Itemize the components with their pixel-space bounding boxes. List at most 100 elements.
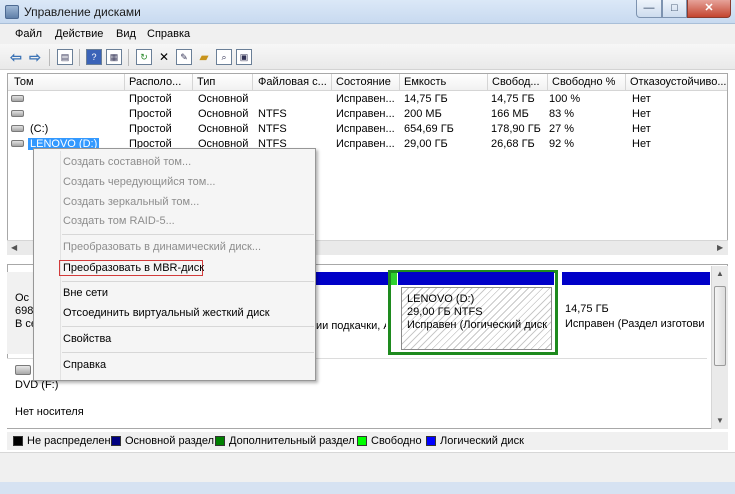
cell-free: 14,75 ГБ xyxy=(491,93,535,105)
cell-fault: Нет xyxy=(632,108,651,120)
partition-size: 29,00 ГБ NTFS xyxy=(407,306,483,318)
context-menu: Создать составной том... Создать чередую… xyxy=(33,148,316,381)
cell-capacity: 200 МБ xyxy=(404,108,442,120)
col-status[interactable]: Состояние xyxy=(333,76,397,89)
col-divider[interactable] xyxy=(487,74,488,91)
menu-item-help[interactable]: Справка xyxy=(63,359,106,371)
menu-separator xyxy=(62,326,314,327)
partition-stripe xyxy=(316,272,388,285)
menu-separator xyxy=(62,234,314,235)
dvd-status: Нет носителя xyxy=(15,406,84,418)
menu-help[interactable]: Справка xyxy=(147,28,190,40)
search-icon[interactable]: ⌕ xyxy=(216,49,232,65)
menu-item-properties[interactable]: Свойства xyxy=(63,333,111,345)
toolbar: ⇦ ⇨ ▤ ? ▦ ↻ ✕ ✎ ▰ ⌕ ▣ xyxy=(0,44,735,70)
window-title: Управление дисками xyxy=(24,5,141,19)
help-icon[interactable]: ? xyxy=(86,49,102,65)
scroll-up-icon[interactable]: ▲ xyxy=(716,269,724,278)
settings-icon[interactable]: ✎ xyxy=(176,49,192,65)
refresh-icon[interactable]: ↻ xyxy=(136,49,152,65)
close-button[interactable]: ✕ xyxy=(687,0,731,18)
cell-free-pct: 100 % xyxy=(549,93,581,105)
open-folder-icon[interactable]: ▰ xyxy=(196,49,212,65)
col-divider[interactable] xyxy=(331,74,332,91)
table-row[interactable]: (C:) Простой Основной NTFS Исправен... 6… xyxy=(8,122,727,137)
col-capacity[interactable]: Емкость xyxy=(401,76,485,89)
minimize-button[interactable]: — xyxy=(636,0,662,18)
partition-size: 14,75 ГБ xyxy=(565,303,609,315)
menu-view[interactable]: Вид xyxy=(116,28,136,40)
cell-free: 166 МБ xyxy=(491,108,529,120)
col-divider[interactable] xyxy=(399,74,400,91)
partition-name: LENOVO (D:) xyxy=(407,293,475,305)
col-divider[interactable] xyxy=(547,74,548,91)
legend-label: Не распределен xyxy=(27,435,111,447)
volume-icon xyxy=(11,125,24,132)
partition-stripe xyxy=(398,272,554,285)
maximize-button[interactable]: □ xyxy=(662,0,687,18)
menu-item-offline[interactable]: Вне сети xyxy=(63,287,108,299)
cell-fault: Нет xyxy=(632,123,651,135)
col-divider[interactable] xyxy=(124,74,125,91)
menu-file[interactable]: Файл xyxy=(15,28,42,40)
partition-recovery[interactable]: 14,75 ГБ Исправен (Раздел изготови xyxy=(562,285,710,352)
col-free-pct[interactable]: Свободно % xyxy=(549,76,623,89)
volume-icon xyxy=(11,95,24,102)
cell-fs: NTFS xyxy=(258,123,287,135)
cell-free: 26,68 ГБ xyxy=(491,138,535,150)
cell-type: Основной xyxy=(198,123,249,135)
cell-type: Основной xyxy=(198,108,249,120)
menu-item-convert-mbr[interactable]: Преобразовать в MBR-диск xyxy=(63,262,204,274)
forward-arrow-icon[interactable]: ⇨ xyxy=(27,49,43,65)
partition-status: Исправен (Логический диск xyxy=(407,319,548,331)
rescan-icon[interactable]: ▣ xyxy=(236,49,252,65)
scroll-right-icon[interactable]: ▶ xyxy=(717,243,723,252)
disk-name: Ос xyxy=(15,292,30,304)
table-row[interactable]: Простой Основной Исправен... 14,75 ГБ 14… xyxy=(8,92,727,107)
col-filesystem[interactable]: Файловая с... xyxy=(255,76,329,89)
cell-free-pct: 27 % xyxy=(549,123,575,135)
menu-item-create-raid5: Создать том RAID-5... xyxy=(63,215,175,227)
col-volume[interactable]: Том xyxy=(11,76,123,89)
cell-status: Исправен... xyxy=(336,138,395,150)
scroll-left-icon[interactable]: ◀ xyxy=(11,243,17,252)
legend-swatch-free xyxy=(357,436,367,446)
cell-volume: (C:) xyxy=(30,123,49,135)
vertical-scrollbar[interactable]: ▲ ▼ xyxy=(711,266,728,429)
col-divider[interactable] xyxy=(625,74,626,91)
menu-action[interactable]: Действие xyxy=(55,28,103,40)
toolbar-separator xyxy=(49,49,50,66)
table-header: Том Располо... Тип Файловая с... Состоян… xyxy=(8,74,727,91)
back-arrow-icon[interactable]: ⇦ xyxy=(8,49,24,65)
cell-layout: Простой xyxy=(129,93,172,105)
menu-bar: Файл Действие Вид Справка xyxy=(0,24,735,44)
show-hide-icon[interactable]: ▦ xyxy=(106,49,122,65)
col-divider[interactable] xyxy=(252,74,253,91)
col-free[interactable]: Свобод... xyxy=(489,76,545,89)
menu-item-create-mirrored: Создать зеркальный том... xyxy=(63,196,200,208)
legend: Не распределен Основной раздел Дополните… xyxy=(7,432,728,450)
menu-item-detach-vhd[interactable]: Отсоединить виртуальный жесткий диск xyxy=(63,307,270,319)
col-divider[interactable] xyxy=(192,74,193,91)
cell-capacity: 654,69 ГБ xyxy=(404,123,454,135)
properties-icon[interactable]: ▤ xyxy=(57,49,73,65)
legend-swatch-primary xyxy=(111,436,121,446)
cell-capacity: 29,00 ГБ xyxy=(404,138,448,150)
volume-icon xyxy=(11,140,24,147)
col-type[interactable]: Тип xyxy=(194,76,250,89)
volume-icon xyxy=(11,110,24,117)
dvd-icon xyxy=(15,365,31,375)
cell-status: Исправен... xyxy=(336,93,395,105)
close-x-icon[interactable]: ✕ xyxy=(156,49,172,65)
cell-status: Исправен... xyxy=(336,123,395,135)
col-layout[interactable]: Располо... xyxy=(126,76,190,89)
partition-lenovo[interactable]: LENOVO (D:) 29,00 ГБ NTFS Исправен (Логи… xyxy=(401,287,552,350)
table-row[interactable]: Простой Основной NTFS Исправен... 200 МБ… xyxy=(8,107,727,122)
scroll-thumb[interactable] xyxy=(714,286,726,366)
menu-separator xyxy=(62,281,314,282)
app-icon xyxy=(5,5,19,19)
col-fault-tolerance[interactable]: Отказоустойчиво... xyxy=(627,76,727,89)
scroll-down-icon[interactable]: ▼ xyxy=(716,416,724,425)
partition-system[interactable]: ии подкачки, А xyxy=(316,285,386,352)
cell-layout: Простой xyxy=(129,123,172,135)
